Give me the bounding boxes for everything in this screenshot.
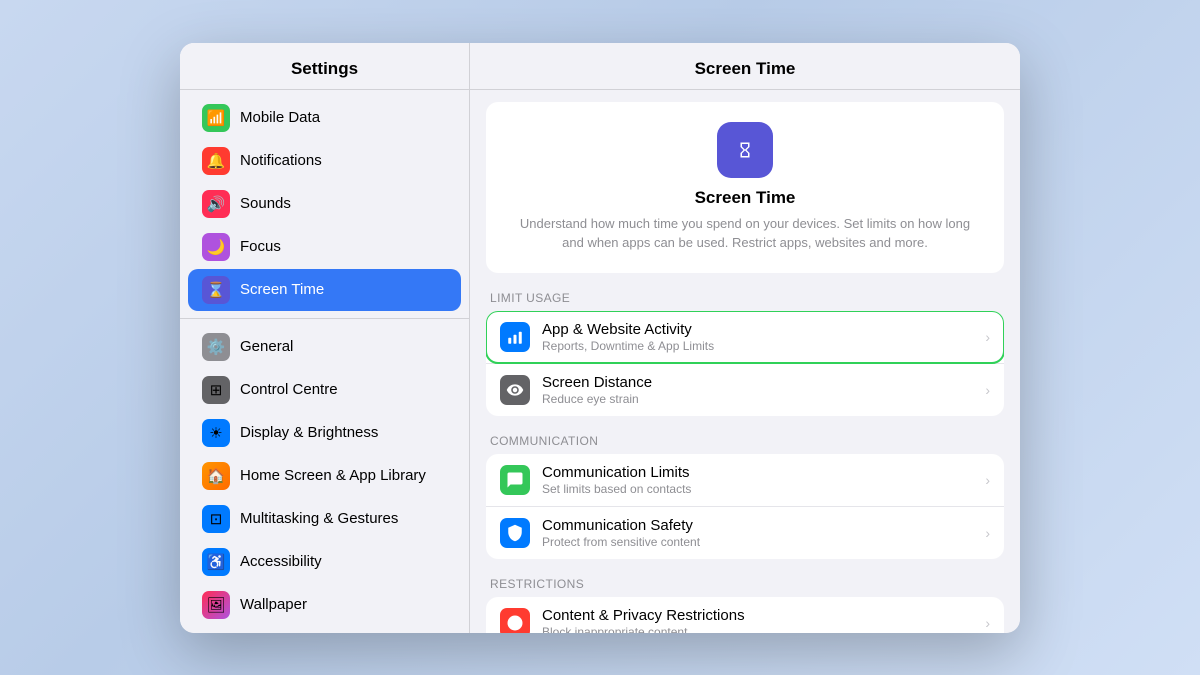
sidebar-label-focus: Focus	[240, 238, 281, 255]
communication-safety-subtitle: Protect from sensitive content	[542, 535, 977, 549]
sidebar-label-general: General	[240, 338, 293, 355]
content-privacy-text: Content & Privacy RestrictionsBlock inap…	[542, 607, 977, 633]
mobile-data-icon: 📶	[202, 104, 230, 132]
app-website-activity-text: App & Website ActivityReports, Downtime …	[542, 321, 977, 353]
general-icon: ⚙️	[202, 333, 230, 361]
communication-safety-icon	[500, 518, 530, 548]
app-website-activity-icon	[500, 322, 530, 352]
screen-distance-subtitle: Reduce eye strain	[542, 392, 977, 406]
communication-limits-subtitle: Set limits based on contacts	[542, 482, 977, 496]
focus-icon: 🌙	[202, 233, 230, 261]
sidebar-label-accessibility: Accessibility	[240, 553, 322, 570]
sidebar-label-notifications: Notifications	[240, 152, 322, 169]
communication-limits-text: Communication LimitsSet limits based on …	[542, 464, 977, 496]
section-title-communication: COMMUNICATION	[486, 434, 1004, 454]
sidebar-label-sounds: Sounds	[240, 195, 291, 212]
sidebar-item-display-brightness[interactable]: ☀ Display & Brightness	[188, 412, 461, 454]
sidebar-label-home-screen: Home Screen & App Library	[240, 467, 426, 484]
sidebar-label-screen-time: Screen Time	[240, 281, 324, 298]
communication-limits-chevron: ›	[985, 472, 990, 488]
row-screen-distance[interactable]: Screen DistanceReduce eye strain ›	[486, 363, 1004, 416]
control-centre-icon: ⊞	[202, 376, 230, 404]
accessibility-icon: ♿	[202, 548, 230, 576]
sidebar: Settings 📶 Mobile Data 🔔 Notifications 🔊 Soun…	[180, 43, 470, 633]
main-content: Screen Time Screen Time Understand how m…	[470, 43, 1020, 633]
screen-time-icon: ⌛	[202, 276, 230, 304]
multitasking-icon: ⊡	[202, 505, 230, 533]
hourglass-svg	[736, 141, 754, 159]
communication-limits-title: Communication Limits	[542, 464, 977, 481]
screen-distance-title: Screen Distance	[542, 374, 977, 391]
screen-distance-chevron: ›	[985, 382, 990, 398]
sidebar-label-mobile-data: Mobile Data	[240, 109, 320, 126]
notifications-icon: 🔔	[202, 147, 230, 175]
screen-distance-icon	[500, 375, 530, 405]
sidebar-item-home-screen[interactable]: 🏠 Home Screen & App Library	[188, 455, 461, 497]
communication-safety-chevron: ›	[985, 525, 990, 541]
sidebar-item-multitasking[interactable]: ⊡ Multitasking & Gestures	[188, 498, 461, 540]
section-title-restrictions: RESTRICTIONS	[486, 577, 1004, 597]
app-website-activity-subtitle: Reports, Downtime & App Limits	[542, 339, 977, 353]
sidebar-label-multitasking: Multitasking & Gestures	[240, 510, 398, 527]
sidebar-item-focus[interactable]: 🌙 Focus	[188, 226, 461, 268]
row-communication-safety[interactable]: Communication SafetyProtect from sensiti…	[486, 506, 1004, 559]
hero-icon-wrapper	[510, 122, 980, 178]
row-communication-limits[interactable]: Communication LimitsSet limits based on …	[486, 454, 1004, 506]
content-privacy-chevron: ›	[985, 615, 990, 631]
sidebar-group: 📶 Mobile Data 🔔 Notifications 🔊 Sounds 🌙 Focus ⌛…	[180, 90, 469, 318]
communication-safety-title: Communication Safety	[542, 517, 977, 534]
sidebar-list: 📶 Mobile Data 🔔 Notifications 🔊 Sounds 🌙 Focus ⌛…	[180, 90, 469, 633]
content-privacy-icon	[500, 608, 530, 633]
communication-limits-icon	[500, 465, 530, 495]
section-communication: COMMUNICATION Communication LimitsSet lim…	[486, 434, 1004, 559]
sidebar-label-display-brightness: Display & Brightness	[240, 424, 378, 441]
wallpaper-icon: 🖼	[202, 591, 230, 619]
app-website-activity-title: App & Website Activity	[542, 321, 977, 338]
hero-description: Understand how much time you spend on yo…	[510, 214, 980, 253]
sidebar-label-control-centre: Control Centre	[240, 381, 338, 398]
section-card-communication: Communication LimitsSet limits based on …	[486, 454, 1004, 559]
settings-window: Settings 📶 Mobile Data 🔔 Notifications 🔊 Soun…	[180, 43, 1020, 633]
screen-distance-text: Screen DistanceReduce eye strain	[542, 374, 977, 406]
display-brightness-icon: ☀	[202, 419, 230, 447]
hero-card: Screen Time Understand how much time you…	[486, 102, 1004, 273]
app-website-activity-chevron: ›	[985, 329, 990, 345]
row-content-privacy[interactable]: Content & Privacy RestrictionsBlock inap…	[486, 597, 1004, 633]
sidebar-item-mobile-data[interactable]: 📶 Mobile Data	[188, 97, 461, 139]
sidebar-item-general[interactable]: ⚙️ General	[188, 326, 461, 368]
main-header: Screen Time	[470, 43, 1020, 90]
sidebar-item-control-centre[interactable]: ⊞ Control Centre	[188, 369, 461, 411]
sidebar-header: Settings	[180, 43, 469, 90]
section-limit-usage: LIMIT USAGE App & Website ActivityReports…	[486, 291, 1004, 416]
sidebar-label-wallpaper: Wallpaper	[240, 596, 307, 613]
row-app-website-activity[interactable]: App & Website ActivityReports, Downtime …	[486, 311, 1004, 363]
sidebar-item-screen-time[interactable]: ⌛ Screen Time	[188, 269, 461, 311]
hero-title: Screen Time	[510, 188, 980, 208]
sounds-icon: 🔊	[202, 190, 230, 218]
section-card-limit-usage: App & Website ActivityReports, Downtime …	[486, 311, 1004, 416]
sidebar-item-wallpaper[interactable]: 🖼 Wallpaper	[188, 584, 461, 626]
main-body: Screen Time Understand how much time you…	[470, 90, 1020, 633]
sidebar-item-notifications[interactable]: 🔔 Notifications	[188, 140, 461, 182]
section-title-limit-usage: LIMIT USAGE	[486, 291, 1004, 311]
section-card-restrictions: Content & Privacy RestrictionsBlock inap…	[486, 597, 1004, 633]
sidebar-item-accessibility[interactable]: ♿ Accessibility	[188, 541, 461, 583]
home-screen-icon: 🏠	[202, 462, 230, 490]
content-privacy-title: Content & Privacy Restrictions	[542, 607, 977, 624]
communication-safety-text: Communication SafetyProtect from sensiti…	[542, 517, 977, 549]
sidebar-group: ⚙️ General ⊞ Control Centre ☀ Display & Brigh…	[180, 318, 469, 633]
section-restrictions: RESTRICTIONS Content & Privacy Restrictio…	[486, 577, 1004, 633]
sidebar-item-sounds[interactable]: 🔊 Sounds	[188, 183, 461, 225]
content-privacy-subtitle: Block inappropriate content	[542, 625, 977, 633]
screen-time-hero-icon	[717, 122, 773, 178]
sidebar-item-siri-search[interactable]: ◉Siri & Search	[188, 627, 461, 633]
